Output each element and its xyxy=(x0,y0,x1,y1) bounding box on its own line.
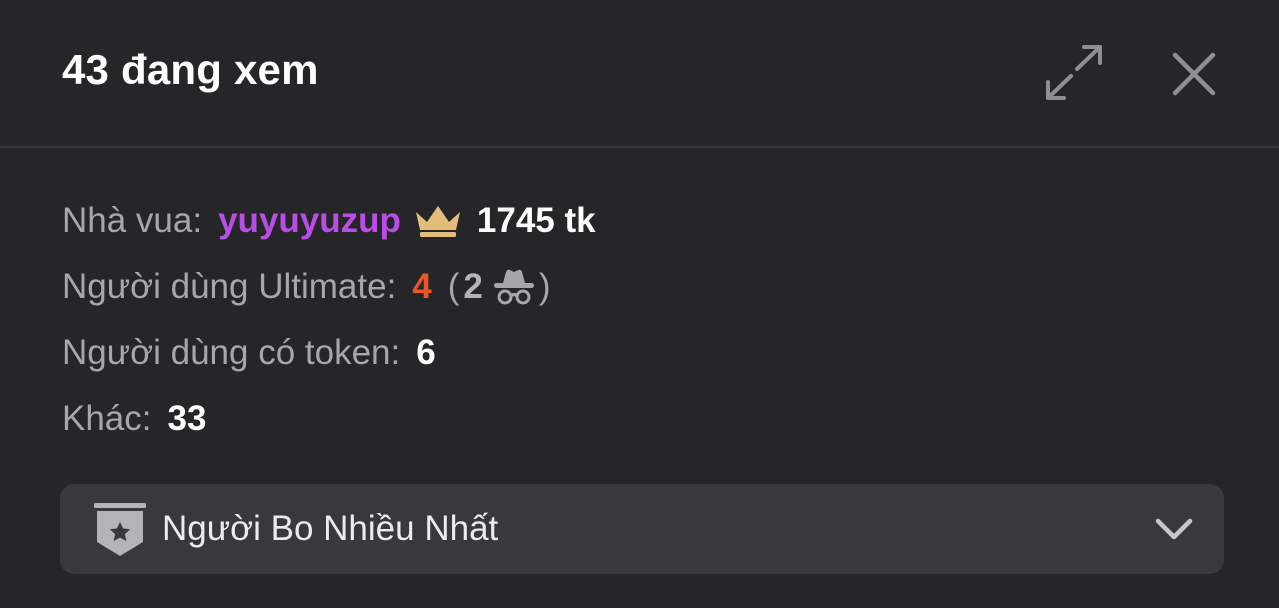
token-users-count: 6 xyxy=(416,333,436,372)
viewer-stats: Nhà vua: yuyuyuzup 1745 tk Người dùng Ul… xyxy=(62,188,596,452)
ultimate-users-label: Người dùng Ultimate: xyxy=(62,267,397,306)
anonymous-users-count: 2 xyxy=(463,267,483,306)
other-users-label: Khác: xyxy=(62,399,152,438)
other-users-count: 33 xyxy=(167,399,207,438)
other-users-row: Khác: 33 xyxy=(62,386,596,452)
king-label: Nhà vua: xyxy=(62,201,203,240)
close-icon xyxy=(1172,52,1216,96)
top-tippers-label: Người Bo Nhiều Nhất xyxy=(162,509,499,548)
expand-arrows-icon xyxy=(1046,45,1102,100)
king-row: Nhà vua: yuyuyuzup 1745 tk xyxy=(62,188,596,254)
ultimate-users-row: Người dùng Ultimate: 4 ( 2 ) xyxy=(62,254,596,320)
ultimate-users-count: 4 xyxy=(412,267,432,306)
star-badge-icon xyxy=(94,503,146,556)
top-tippers-dropdown[interactable]: Người Bo Nhiều Nhất xyxy=(60,484,1224,574)
king-token-amount: 1745 tk xyxy=(476,201,596,240)
token-users-row: Người dùng có token: 6 xyxy=(62,320,596,386)
expand-button[interactable] xyxy=(1044,44,1104,102)
incognito-icon xyxy=(493,269,534,305)
viewer-count-title: 43 đang xem xyxy=(62,46,319,93)
close-paren: ) xyxy=(538,267,551,306)
crown-icon xyxy=(415,206,460,237)
close-button[interactable] xyxy=(1170,50,1218,98)
king-username[interactable]: yuyuyuzup xyxy=(218,201,401,241)
open-paren: ( xyxy=(447,267,460,306)
token-users-label: Người dùng có token: xyxy=(62,333,401,372)
viewers-panel: 43 đang xem Nhà vua: yuyuyuzup 1745 tk N… xyxy=(0,0,1279,608)
panel-header: 43 đang xem xyxy=(0,0,1279,148)
chevron-down-icon xyxy=(1155,518,1193,540)
